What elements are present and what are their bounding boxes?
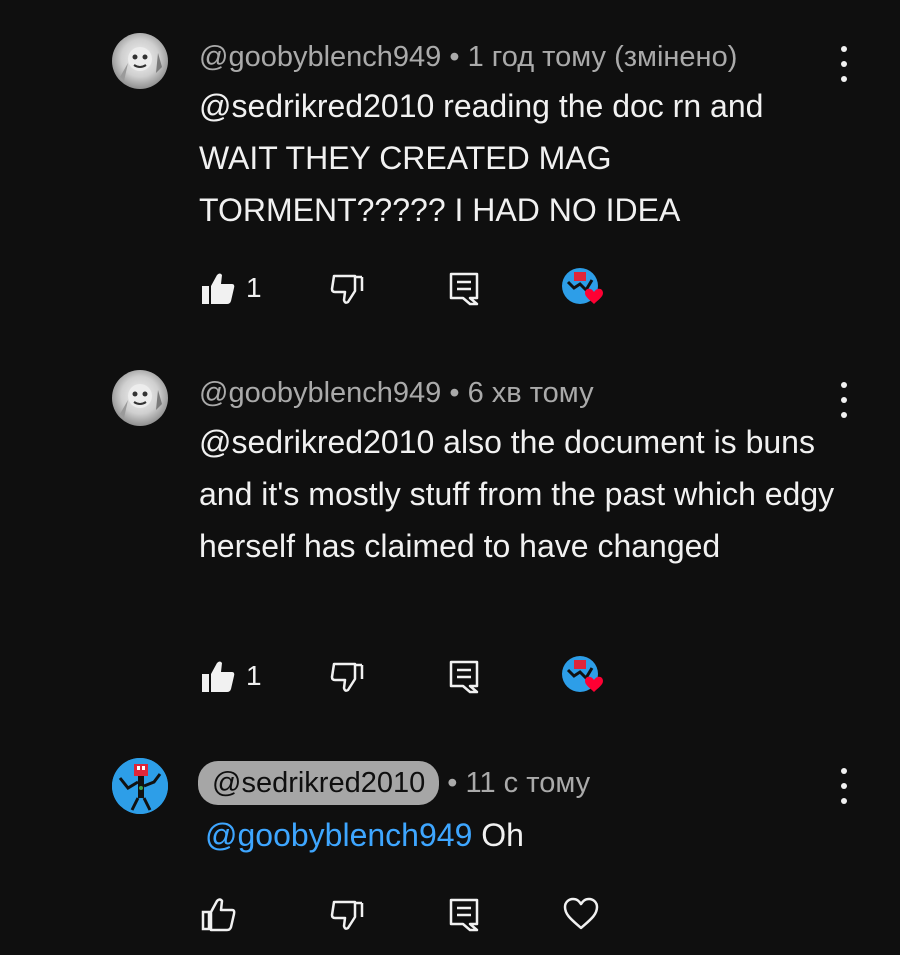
meta-separator: •	[447, 767, 458, 799]
creator-heart-badge	[560, 266, 610, 310]
comment-text: @goobyblench949 Oh	[205, 809, 845, 861]
user-avatar-icon	[120, 47, 162, 81]
reply-button[interactable]	[446, 266, 482, 310]
author-name[interactable]: @goobyblench949	[199, 377, 441, 409]
dislike-button[interactable]	[329, 266, 365, 310]
creator-heart-icon	[562, 268, 603, 304]
comment-actions: 1	[0, 654, 900, 698]
reply-icon	[449, 898, 479, 932]
commenter-avatar[interactable]	[112, 370, 168, 426]
more-vert-icon[interactable]	[838, 46, 850, 82]
commenter-avatar[interactable]	[112, 758, 168, 814]
reply-button[interactable]	[446, 654, 482, 698]
heart-button[interactable]	[562, 892, 600, 936]
more-vert-icon[interactable]	[838, 382, 850, 418]
more-vert-icon[interactable]	[838, 768, 850, 804]
reply-icon	[449, 272, 479, 306]
dislike-button[interactable]	[329, 892, 365, 936]
comment-meta: @goobyblench949 • 6 хв тому	[199, 376, 594, 410]
comment-text-body: Oh	[481, 817, 524, 853]
comment-text: @sedrikred2010 reading the doc rn and WA…	[199, 88, 764, 228]
like-icon	[202, 273, 235, 304]
like-button[interactable]	[200, 892, 236, 936]
like-icon	[202, 661, 235, 692]
comment-actions	[0, 892, 900, 936]
creator-heart-badge	[560, 654, 610, 698]
comment-actions: 1	[0, 266, 900, 310]
user-avatar-icon	[120, 384, 162, 418]
like-button[interactable]: 1	[200, 654, 262, 698]
like-count: 1	[246, 272, 262, 303]
like-count: 1	[246, 660, 262, 691]
comment-meta: @goobyblench949 • 1 год тому (змінено)	[199, 40, 737, 74]
reply-icon	[449, 660, 479, 694]
meta-separator: •	[449, 377, 460, 409]
dislike-button[interactable]	[329, 654, 365, 698]
like-button[interactable]: 1	[200, 266, 262, 310]
commenter-avatar[interactable]	[112, 33, 168, 89]
comment-meta: @sedrikred2010 • 11 с тому	[198, 761, 591, 805]
comment-text: @sedrikred2010 also the document is buns…	[199, 424, 835, 564]
dislike-icon	[330, 900, 364, 930]
mention-link[interactable]: @goobyblench949	[205, 817, 472, 853]
dislike-icon	[330, 274, 364, 304]
author-name[interactable]: @sedrikred2010	[198, 761, 440, 805]
user-avatar-icon	[112, 758, 168, 814]
meta-separator: •	[449, 41, 460, 73]
author-name[interactable]: @goobyblench949	[199, 41, 441, 73]
heart-outline-icon	[563, 897, 599, 930]
creator-heart-icon	[562, 656, 603, 692]
like-icon	[201, 898, 236, 932]
comment-time: 11 с тому	[465, 767, 591, 799]
dislike-icon	[330, 662, 364, 692]
reply-button[interactable]	[446, 892, 482, 936]
comment-time: 6 хв тому	[467, 377, 594, 409]
comment-time: 1 год тому (змінено)	[467, 41, 738, 73]
